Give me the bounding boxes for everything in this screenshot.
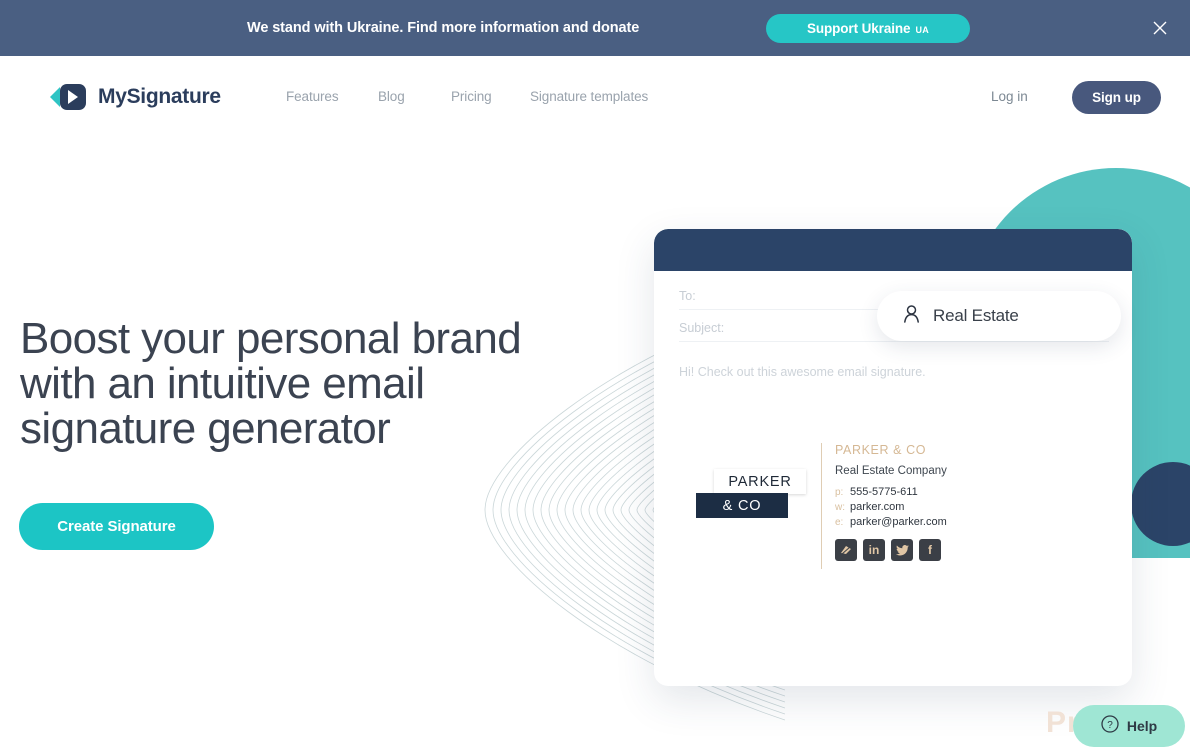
ukraine-banner: We stand with Ukraine. Find more informa… (0, 0, 1190, 56)
email-body-text: Hi! Check out this awesome email signatu… (679, 365, 926, 379)
signature-details: PARKER & CO Real Estate Company p: 555-5… (835, 443, 947, 561)
signature-contacts: p: 555-5775-611 w: parker.com e: parker@… (835, 486, 947, 528)
help-widget-button[interactable]: ? Help (1073, 705, 1185, 747)
signup-button[interactable]: Sign up (1072, 81, 1161, 114)
email-subject-label: Subject: (679, 321, 725, 335)
page-root: We stand with Ukraine. Find more informa… (0, 0, 1190, 753)
facebook-icon[interactable]: f (919, 539, 941, 561)
logo[interactable]: MySignature (50, 82, 221, 112)
support-ukraine-label: Support Ukraine (806, 21, 911, 36)
support-ukraine-suffix: UA (915, 24, 930, 35)
logo-mark-icon (50, 82, 88, 112)
login-link[interactable]: Log in (991, 89, 1028, 104)
signature-social-links: in f (835, 539, 947, 561)
nav-item-signature-templates[interactable]: Signature templates (530, 89, 648, 104)
signature-contact-web: w: parker.com (835, 501, 947, 513)
create-signature-button[interactable]: Create Signature (19, 503, 214, 550)
linkedin-glyph: in (868, 543, 880, 557)
signature-contact-email-key: e: (835, 517, 844, 528)
signature-logo-bottom: & CO (696, 493, 788, 518)
signature-contact-phone-value: 555-5775-611 (850, 486, 918, 498)
person-icon (903, 304, 920, 328)
linkedin-icon[interactable]: in (863, 539, 885, 561)
logo-text: MySignature (98, 85, 221, 108)
twitter-icon[interactable] (891, 539, 913, 561)
help-label: Help (1126, 718, 1158, 734)
nav-item-blog[interactable]: Blog (378, 89, 451, 104)
email-subject-divider (679, 341, 1109, 342)
signature-logo-top: PARKER (714, 469, 806, 494)
signature-contact-web-value: parker.com (850, 501, 905, 513)
support-ukraine-button[interactable]: Support Ukraine UA (766, 14, 970, 43)
real-estate-suggestion-pill[interactable]: Real Estate (877, 291, 1121, 341)
zillow-icon[interactable] (835, 539, 857, 561)
signature-contact-phone-key: p: (835, 487, 844, 498)
signature-contact-email-value: parker@parker.com (850, 516, 947, 528)
banner-message: We stand with Ukraine. Find more informa… (247, 20, 640, 36)
page-title: Boost your personal brand with an intuit… (20, 314, 522, 453)
email-to-label: To: (679, 289, 696, 303)
signature-logo: PARKER & CO (696, 469, 806, 519)
facebook-glyph: f (928, 543, 932, 557)
signature-contact-email: e: parker@parker.com (835, 516, 947, 528)
signature-logo-bottom-text: & CO (722, 497, 762, 514)
svg-text:?: ? (1107, 720, 1113, 731)
email-card-topbar (654, 229, 1132, 271)
signature-company: PARKER & CO (835, 443, 927, 457)
question-mark-icon: ? (1101, 714, 1119, 738)
signature-logo-top-text: PARKER (728, 473, 792, 490)
main-nav: Features Blog Pricing Signature template… (286, 89, 648, 104)
real-estate-label: Real Estate (933, 306, 1019, 325)
nav-item-features[interactable]: Features (286, 89, 378, 104)
signature-role: Real Estate Company (835, 465, 947, 477)
signature-divider (821, 443, 822, 569)
close-icon[interactable] (1148, 16, 1172, 40)
signature-contact-web-key: w: (835, 502, 845, 513)
signature-contact-phone: p: 555-5775-611 (835, 486, 947, 498)
nav-item-pricing[interactable]: Pricing (451, 89, 530, 104)
